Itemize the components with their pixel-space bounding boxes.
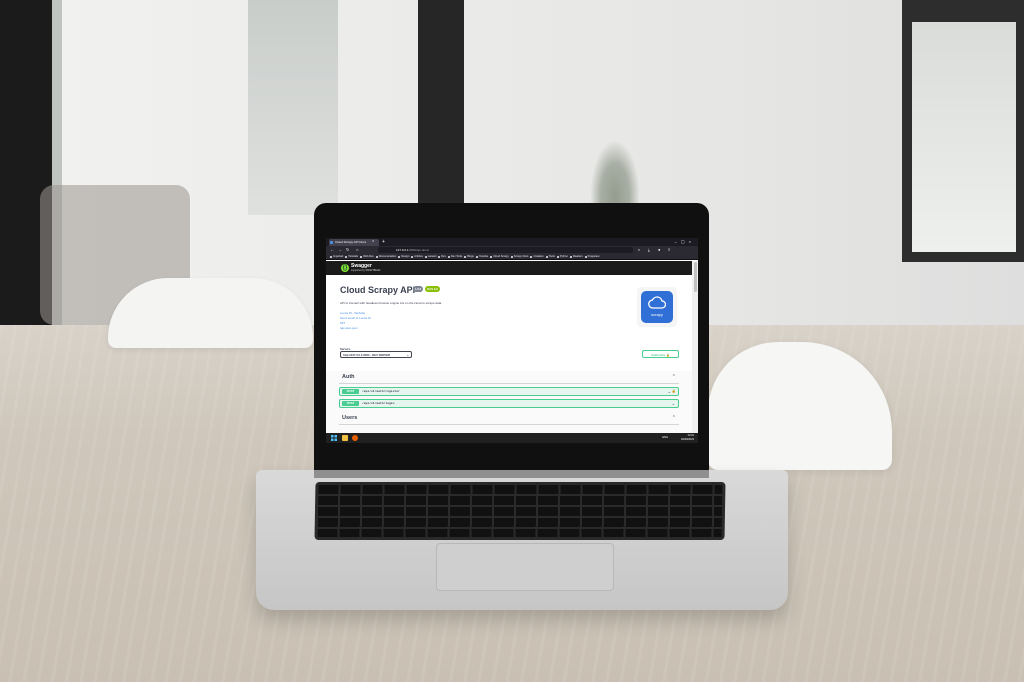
servers-section: Servers http://127.0.0.1:8000 - DEV SERV… bbox=[326, 345, 692, 371]
api-description: API to interact with headless browser en… bbox=[340, 301, 443, 305]
website-link[interactable]: Lucca W - Website bbox=[340, 311, 365, 315]
cloud-icon bbox=[648, 296, 666, 309]
start-icon[interactable] bbox=[331, 435, 337, 441]
api-info: Cloud Scrapy API 1.0.0 OAS 3.0 API to in… bbox=[326, 275, 692, 345]
back-icon[interactable]: ← bbox=[330, 247, 334, 253]
scrapy-logo: scrapy bbox=[641, 291, 673, 323]
bookmark-item[interactable]: Laravel bbox=[424, 254, 436, 259]
chair-left bbox=[108, 278, 313, 348]
bookmark-item[interactable]: Blogs bbox=[464, 254, 474, 259]
scrollbar-thumb[interactable] bbox=[694, 262, 697, 292]
swagger-logo-icon[interactable]: {} bbox=[341, 264, 349, 272]
spec-json-link[interactable]: /api-json.json bbox=[340, 326, 358, 330]
laptop-keyboard bbox=[314, 482, 726, 540]
plant bbox=[590, 140, 640, 210]
email-link[interactable]: Send email to Lucca W bbox=[340, 316, 371, 320]
tab-favicon-icon bbox=[330, 241, 333, 244]
bookmark-item[interactable]: Documentation bbox=[375, 254, 396, 259]
clock-date: 02/26/2023 bbox=[681, 437, 694, 441]
bookmark-item[interactable]: Puppeteer bbox=[584, 254, 600, 259]
authorize-label: Authorize bbox=[651, 353, 666, 357]
oas-badge: OAS 3.0 bbox=[425, 286, 440, 292]
wall-pillar bbox=[418, 0, 464, 210]
license-link[interactable]: MIT bbox=[340, 321, 345, 325]
method-badge: POST bbox=[342, 389, 359, 394]
swagger-topbar: {} Swagger supported by SMARTBEAR bbox=[326, 261, 692, 275]
language-indicator[interactable]: ENG bbox=[662, 436, 668, 439]
bookmark-item[interactable]: Imported bbox=[330, 254, 343, 259]
api-title: Cloud Scrapy API bbox=[340, 285, 416, 295]
url-host: 127.0.0.1 bbox=[396, 248, 409, 252]
bookmarks-bar: Imported Tutorials Web Dev Documentation… bbox=[326, 254, 698, 260]
tab-close-icon[interactable]: × bbox=[372, 238, 374, 243]
bookmark-item[interactable]: Dev bbox=[438, 254, 446, 259]
new-tab-button[interactable]: + bbox=[382, 239, 385, 245]
operations-list: Auth ⌃ POST /api/v1/auth/register ⌄ 🔒 PO… bbox=[326, 371, 692, 433]
window-glass-right bbox=[912, 22, 1016, 252]
method-badge: POST bbox=[342, 401, 359, 406]
bookmark-item[interactable]: Web Dev bbox=[360, 254, 374, 259]
bookmark-item[interactable]: Tutorials bbox=[345, 254, 358, 259]
chevron-up-icon[interactable]: ⌃ bbox=[672, 415, 676, 421]
clock[interactable]: 14:31 02/26/2023 bbox=[681, 434, 694, 441]
menu-icon[interactable]: ≡ bbox=[668, 247, 670, 253]
lock-icon[interactable]: 🔒 bbox=[672, 389, 676, 394]
chevron-down-icon[interactable]: ⌄ bbox=[672, 400, 675, 407]
section-users[interactable]: Users ⌃ bbox=[339, 412, 679, 425]
os-taskbar: ENG 14:31 02/26/2023 bbox=[326, 433, 698, 443]
bookmark-item[interactable]: Cloud Scrapy bbox=[490, 254, 509, 259]
operation-path: /api/v1/auth/login bbox=[362, 402, 395, 405]
operation-path: /api/v1/auth/register bbox=[362, 390, 400, 393]
address-bar[interactable]: 127.0.0.1:8000/api-docs/ bbox=[378, 247, 633, 253]
window-glass-middle bbox=[248, 0, 338, 215]
swagger-brand-sub: supported by SMARTBEAR bbox=[351, 269, 381, 272]
forward-icon[interactable]: → bbox=[338, 247, 342, 253]
laptop-hinge bbox=[314, 470, 709, 478]
extensions-icon[interactable]: ◐ bbox=[638, 247, 640, 253]
chevron-up-icon[interactable]: ⌃ bbox=[672, 374, 676, 380]
file-explorer-icon[interactable] bbox=[342, 435, 348, 441]
reload-icon[interactable]: ↻ bbox=[346, 247, 349, 253]
bookmark-item[interactable]: Python bbox=[556, 254, 568, 259]
laptop-touchpad bbox=[436, 543, 614, 591]
swagger-page: {} Swagger supported by SMARTBEAR Cloud … bbox=[326, 261, 692, 433]
server-select[interactable]: http://127.0.0.1:8000 - DEV SERVER ⌄ bbox=[340, 351, 412, 358]
bookmark-item[interactable]: Scrapy Docs bbox=[510, 254, 528, 259]
scrapy-logo-text: scrapy bbox=[651, 312, 663, 317]
home-icon[interactable]: ⌂ bbox=[356, 247, 358, 253]
version-badge: 1.0.0 bbox=[413, 286, 424, 292]
browser-nav-bar: ← → ↻ ⌂ 127.0.0.1:8000/api-docs/ ◐ ⤓ ● ≡ bbox=[326, 246, 698, 254]
bookmark-item[interactable]: Dev Tools bbox=[447, 254, 462, 259]
server-select-value: http://127.0.0.1:8000 - DEV SERVER bbox=[343, 353, 391, 357]
authorize-button[interactable]: Authorize 🔒 bbox=[642, 350, 679, 358]
chevron-down-icon[interactable]: ⌄ bbox=[668, 388, 671, 395]
firefox-icon[interactable] bbox=[352, 435, 358, 441]
laptop-screen: Cloud Scrapy API Docs × + –▢× ← → ↻ ⌂ 12… bbox=[326, 238, 698, 443]
browser-tab-bar: Cloud Scrapy API Docs × + –▢× bbox=[326, 238, 698, 246]
chevron-down-icon: ⌄ bbox=[406, 353, 409, 357]
bookmark-item[interactable]: Tools bbox=[545, 254, 555, 259]
bookmark-item[interactable]: Readers bbox=[569, 254, 583, 259]
bookmark-item[interactable]: Design bbox=[398, 254, 409, 259]
downloads-icon[interactable]: ⤓ bbox=[648, 247, 650, 253]
tab-title: Cloud Scrapy API Docs bbox=[335, 240, 367, 244]
lock-icon: 🔒 bbox=[665, 353, 670, 357]
url-path: :8000/api-docs/ bbox=[408, 248, 430, 252]
operation-login[interactable]: POST /api/v1/auth/login ⌄ bbox=[339, 399, 679, 408]
window-controls[interactable]: –▢× bbox=[675, 239, 695, 244]
account-icon[interactable]: ● bbox=[658, 247, 660, 253]
bookmark-item[interactable]: Crawlers bbox=[530, 254, 544, 259]
section-title: Users bbox=[342, 415, 358, 421]
operation-register[interactable]: POST /api/v1/auth/register ⌄ 🔒 bbox=[339, 387, 679, 396]
section-title: Auth bbox=[342, 374, 355, 380]
section-auth[interactable]: Auth ⌃ bbox=[339, 371, 679, 384]
bookmark-item[interactable]: Youtube bbox=[475, 254, 488, 259]
bookmark-item[interactable]: Articles bbox=[411, 254, 423, 259]
